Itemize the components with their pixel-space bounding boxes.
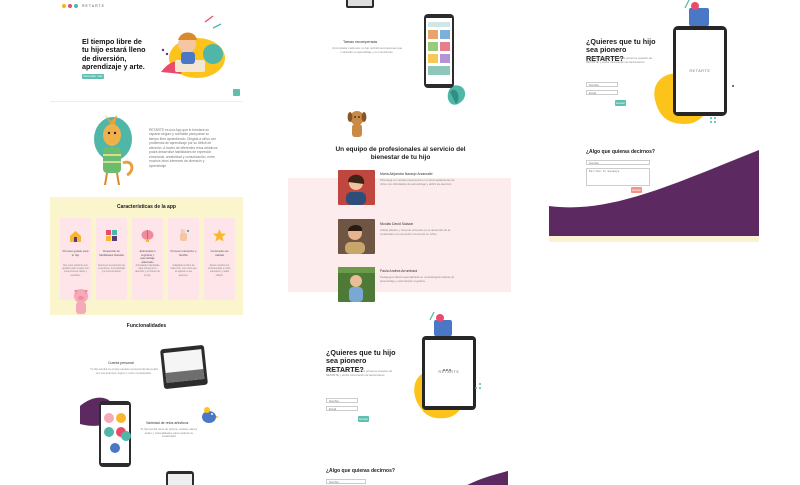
signup-send-button[interactable]: Enviar [615, 100, 626, 106]
hero-cta-button[interactable]: Descubre más [82, 74, 104, 79]
signup-send-button[interactable]: Enviar [358, 416, 369, 422]
phone-mockup-partial [166, 471, 194, 485]
brand-name: RETARTE [82, 4, 106, 8]
brain-icon [141, 230, 154, 242]
landing-view-right: ¿Quieres que tu hijo sea pionero RETARTE… [549, 0, 759, 485]
name-field[interactable] [586, 82, 618, 87]
feature-card-label: Desarrollo de habilidades blandas [99, 249, 124, 257]
house-icon [70, 231, 81, 242]
feature-text: Tu hijo tendrá su propio espacio persona… [90, 367, 158, 375]
feature-card-label: Proceso interactivo y flexible [170, 249, 197, 257]
contact-title: ¿Algo que quieras decirnos? [326, 468, 395, 474]
feature-card-label: Proceso guiado para tu hijo [62, 249, 89, 257]
team-title: Un equipo de profesionales al servicio d… [335, 146, 466, 162]
member-photo [338, 219, 375, 254]
email-field[interactable] [326, 406, 358, 411]
brand-logo[interactable]: RETARTE [62, 4, 105, 8]
signup-text: Regístrate para ser parte de los primero… [586, 56, 653, 64]
logo-dot [74, 4, 78, 8]
feature-card-text: Sus retos artísticos son guiados paso a … [62, 264, 89, 277]
member-bio: Psicóloga con amplia experiencia en el a… [380, 178, 455, 186]
person-photo [346, 174, 366, 205]
member-bio: Artista plástico y docente enfocado en e… [380, 228, 451, 236]
member-name: María Alejandra Naranjo Arzamalid [380, 172, 433, 176]
rewards-title: Tareas recompensas [343, 40, 378, 44]
feature-text: Tu hijo tendrá retos de pintura, música,… [140, 427, 198, 439]
phone-landscape-mockup [160, 345, 208, 389]
intro-text: RETARTE es una App que le brindará un es… [149, 128, 218, 168]
feature-card-text: Actividades diseñadas para mantener la a… [135, 264, 160, 277]
email-field[interactable] [586, 90, 618, 95]
bird-mascot-illustration [202, 407, 219, 423]
feature-card-label: Contenidos de calidad [210, 249, 229, 257]
landing-view-middle: Tareas recompensas Al completar cada ret… [288, 0, 511, 485]
tablet-brand: RETARTE [438, 370, 460, 374]
purple-footer-wave [549, 150, 759, 242]
feature-title: Cuenta personal [108, 361, 134, 365]
purple-wave [467, 470, 508, 485]
member-name: Paula Andrea Arrumbará [380, 269, 418, 273]
star-icon [213, 229, 226, 242]
fox-mascot-illustration [94, 115, 134, 186]
signup-text: Regístrate para ser parte de los primero… [326, 369, 393, 377]
feature-title: Variedad de retos artísticos [146, 421, 189, 425]
hand-icon [180, 229, 190, 241]
name-field[interactable] [326, 398, 358, 403]
functionalities-title: Funcionalidades [126, 323, 167, 329]
landing-view-left: RETARTE El tiempo libre de tu hijo estar… [50, 0, 243, 485]
contact-name-field[interactable] [326, 479, 366, 484]
member-name: Nicolás David Salazar [380, 222, 414, 226]
tablet-brand: RETARTE [689, 69, 711, 73]
child-painting-illustration [161, 15, 225, 78]
feature-card-text: Retos creados por profesionales en arte,… [208, 264, 231, 277]
dog-mascot-illustration [347, 111, 367, 137]
person-photo [345, 225, 365, 254]
member-photo [338, 170, 375, 205]
member-bio: Pedagoga infantil especializada en metod… [380, 275, 455, 283]
feature-card-text: Favorece la expresión de emociones, la c… [98, 264, 125, 274]
teal-accent-dot [121, 431, 131, 441]
hero-title: El tiempo libre de tu hijo estará lleno … [82, 37, 146, 72]
rewards-text: Al completar cada reto, tu hijo recibirá… [332, 46, 402, 54]
features-title: Características de la app [117, 204, 176, 210]
feature-card: Contenidos de calidad Retos creados por … [204, 218, 235, 300]
chat-button[interactable] [233, 89, 240, 101]
member-photo [338, 267, 375, 302]
phone-rewards-mockup [424, 14, 466, 105]
pig-mascot-illustration [74, 289, 88, 314]
phone-mockup-partial [346, 0, 374, 8]
logo-dot [62, 4, 66, 8]
feature-card: Proceso interactivo y flexible Adaptado … [168, 218, 199, 300]
puzzle-icon [106, 230, 117, 241]
logo-dot [68, 4, 72, 8]
feature-card-label: Estimulación cognitiva y aprendizaje ade… [139, 249, 156, 264]
feature-card-text: Adaptado al ritmo de cada niño, con reto… [170, 264, 197, 277]
feature-card: Estimulación cognitiva y aprendizaje ade… [132, 218, 163, 300]
feature-card: Desarrollo de habilidades blandas Favore… [96, 218, 127, 300]
person-photo [338, 267, 375, 302]
section-divider [50, 101, 243, 102]
